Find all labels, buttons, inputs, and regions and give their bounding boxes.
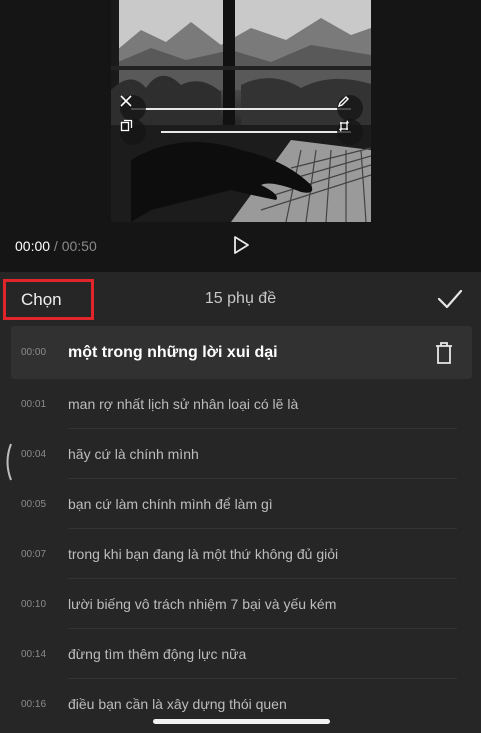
subtitle-timestamp: 00:07 <box>21 548 47 560</box>
subtitle-timestamp: 00:14 <box>21 648 47 660</box>
video-preview-area: 00:00 / 00:50 <box>0 0 481 272</box>
subtitle-count: 15 phụ đề <box>204 290 277 307</box>
home-indicator[interactable] <box>153 719 330 724</box>
subtitle-text: lười biếng vô trách nhiệm 7 bại và yếu k… <box>68 596 337 612</box>
total-time: 00:50 <box>61 238 97 254</box>
subtitle-row[interactable]: 00:07 trong khi bạn đang là một thứ khôn… <box>11 529 472 579</box>
subtitle-row-selected[interactable]: 00:00 một trong những lời xui dại <box>11 326 472 379</box>
confirm-button[interactable] <box>437 288 463 310</box>
subtitle-text: bạn cứ làm chính mình để làm gì <box>68 496 273 512</box>
subtitle-text: trong khi bạn đang là một thứ không đủ g… <box>68 546 339 562</box>
subtitle-text: điều bạn cần là xây dựng thói quen <box>68 696 287 712</box>
play-icon <box>232 235 250 260</box>
subtitle-text: đừng tìm thêm động lực nữa <box>68 646 247 662</box>
text-box-bottom-edge <box>161 131 351 133</box>
subtitle-text: một trong những lời xui dại <box>68 343 278 361</box>
time-separator: / <box>50 238 62 254</box>
subtitle-timestamp: 00:10 <box>21 598 47 610</box>
subtitle-header: Chọn 15 phụ đề <box>0 272 481 326</box>
checkmark-icon <box>437 289 463 314</box>
current-time: 00:00 <box>15 238 51 254</box>
subtitle-timestamp: 00:04 <box>21 448 47 460</box>
close-overlay-button[interactable] <box>120 95 146 121</box>
trash-icon <box>433 342 455 369</box>
text-box-top-edge <box>131 108 351 110</box>
subtitle-panel: Chọn 15 phụ đề 00:00 một trong những lời… <box>0 272 481 733</box>
subtitle-timestamp: 00:01 <box>21 398 47 410</box>
subtitle-row[interactable]: 00:01 man rợ nhất lịch sử nhân loại có l… <box>11 379 472 429</box>
edit-text-button[interactable] <box>337 95 363 121</box>
subtitle-timestamp: 00:00 <box>21 347 47 358</box>
playback-time: 00:00 / 00:50 <box>15 238 97 254</box>
delete-subtitle-button[interactable] <box>433 341 455 365</box>
subtitle-row[interactable]: 00:05 bạn cứ làm chính mình để làm gì <box>11 479 472 529</box>
subtitle-timestamp: 00:16 <box>21 698 47 710</box>
play-button[interactable] <box>230 235 252 259</box>
subtitle-text: man rợ nhất lịch sử nhân loại có lẽ là <box>68 396 299 412</box>
subtitle-timestamp: 00:05 <box>21 498 47 510</box>
back-swipe-handle[interactable] <box>3 442 13 482</box>
video-frame[interactable] <box>111 0 371 222</box>
subtitle-row[interactable]: 00:14 đừng tìm thêm động lực nữa <box>11 629 472 679</box>
subtitle-text: hãy cứ là chính mình <box>68 446 199 462</box>
scale-rotate-handle[interactable] <box>337 119 363 145</box>
subtitle-list: 00:00 một trong những lời xui dại 00:01 … <box>11 326 472 729</box>
subtitle-row[interactable]: 00:04 hãy cứ là chính mình <box>11 429 472 479</box>
copy-text-button[interactable] <box>120 119 146 145</box>
video-frame-image <box>111 0 371 222</box>
subtitle-row[interactable]: 00:10 lười biếng vô trách nhiệm 7 bại và… <box>11 579 472 629</box>
